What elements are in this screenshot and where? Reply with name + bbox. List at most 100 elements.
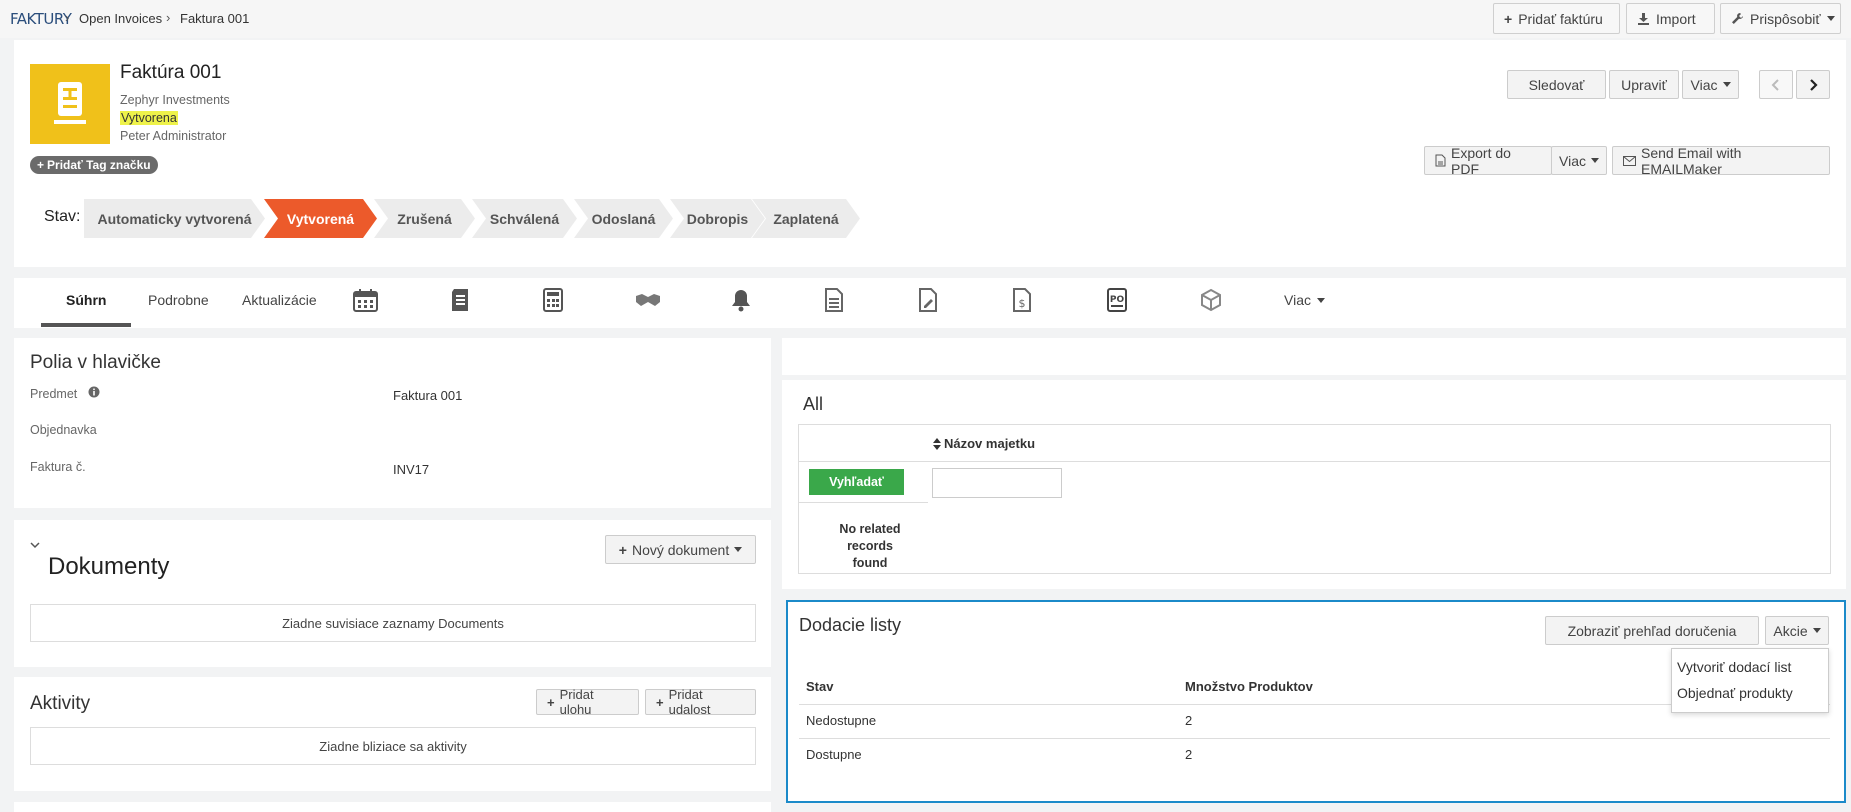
stage-auto-created[interactable]: Automaticky vytvorená [84, 199, 265, 238]
plus-icon: + [656, 694, 664, 710]
row-status: Nedostupne [806, 713, 877, 728]
column-header-quantity[interactable]: Množstvo Produktov [1185, 679, 1313, 694]
actions-label: Akcie [1773, 622, 1808, 639]
download-icon [1637, 12, 1650, 25]
invoice-record-icon [30, 64, 110, 144]
chevron-right-icon: › [166, 10, 171, 25]
field-value-invoice-no[interactable]: INV17 [393, 462, 429, 477]
previous-record-button[interactable] [1759, 70, 1793, 99]
chevron-right-icon [1808, 78, 1818, 91]
bell-icon[interactable] [731, 288, 751, 312]
row-quantity: 2 [1185, 747, 1193, 762]
assets-empty-line1: No related [839, 522, 901, 536]
calculator-icon[interactable] [543, 288, 563, 312]
next-record-button[interactable] [1796, 70, 1830, 99]
import-label: Import [1656, 10, 1696, 27]
caret-down-icon [1316, 297, 1325, 303]
more-export-button[interactable]: Viac [1551, 146, 1607, 175]
actions-button[interactable]: Akcie [1765, 616, 1829, 645]
search-button[interactable]: Vyhľadať [809, 469, 904, 495]
plus-icon: + [1504, 10, 1513, 27]
delivery-overview-button[interactable]: Zobraziť prehľad doručenia [1545, 616, 1759, 645]
add-tag-button[interactable]: + Pridať Tag značku [30, 156, 158, 174]
tab-updates[interactable]: Aktualizácie [242, 292, 317, 308]
assets-column-header[interactable]: Názov majetku [933, 436, 1035, 451]
document-list-icon[interactable] [450, 288, 470, 312]
field-label-subject: Predmet [30, 387, 78, 401]
calendar-icon[interactable] [353, 288, 378, 312]
more-actions-button[interactable]: Viac [1682, 70, 1739, 99]
right-top-panel [782, 338, 1846, 375]
field-value-subject[interactable]: Faktura 001 [393, 388, 462, 403]
envelope-icon [1623, 155, 1636, 166]
chevron-right-icon: › [65, 10, 70, 25]
caret-down-icon [1722, 82, 1731, 87]
send-email-button[interactable]: Send Email with EMAILMaker [1612, 144, 1830, 177]
tab-details[interactable]: Podrobne [148, 292, 209, 308]
import-button[interactable]: Import [1626, 3, 1715, 34]
record-status: Vytvorena [120, 111, 178, 125]
tab-summary[interactable]: Súhrn [66, 292, 106, 308]
add-task-label: Pridat ulohu [559, 687, 594, 717]
follow-button[interactable]: Sledovať [1507, 70, 1606, 99]
customize-button[interactable]: Prispôsobiť [1720, 3, 1841, 34]
more-export-label: Viac [1559, 152, 1586, 169]
stage-created[interactable]: Vytvorená [264, 199, 377, 238]
status-label: Stav: [44, 208, 81, 225]
menu-item-create-delivery-note[interactable]: Vytvoriť dodací list [1677, 659, 1791, 675]
stage-approved[interactable]: Schválená [472, 199, 577, 238]
breadcrumb-current: Faktura 001 [180, 11, 250, 26]
tab-more[interactable]: Viac [1284, 292, 1325, 308]
add-invoice-button[interactable]: + Pridať faktúru [1493, 3, 1620, 34]
field-label-order: Objednavka [30, 423, 97, 437]
wrench-icon [1731, 12, 1744, 25]
chevron-left-icon [1771, 78, 1781, 91]
row-quantity: 2 [1185, 713, 1193, 728]
delivery-notes-title: Dodacie listy [799, 615, 902, 635]
customize-label: Prispôsobiť [1750, 10, 1821, 27]
column-header-status[interactable]: Stav [806, 679, 833, 694]
dollar-document-icon[interactable]: $ [1013, 288, 1031, 312]
po-document-icon[interactable]: PO [1107, 288, 1127, 312]
collapse-chevron-icon[interactable] [30, 541, 40, 549]
table-divider [799, 738, 1830, 739]
record-account[interactable]: Zephyr Investments [120, 93, 230, 107]
actions-dropdown-menu [1671, 648, 1829, 713]
asset-search-input[interactable] [932, 468, 1062, 498]
caret-down-icon [734, 547, 743, 552]
add-event-button[interactable]: + Pridat udalost [645, 687, 756, 717]
stage-paid[interactable]: Zaplatená [752, 199, 860, 238]
handshake-icon[interactable] [635, 292, 661, 308]
new-document-button[interactable]: + Nový dokument [605, 535, 756, 564]
documents-title: Dokumenty [48, 553, 170, 580]
record-owner[interactable]: Peter Administrator [120, 129, 226, 143]
stage-sent[interactable]: Odoslaná [574, 199, 673, 238]
plus-icon: + [618, 541, 627, 558]
more-actions-label: Viac [1690, 76, 1718, 93]
pdf-file-icon [1435, 154, 1446, 167]
next-panel [14, 802, 771, 812]
invoice-icon[interactable] [825, 288, 843, 312]
module-name[interactable]: FAKTURY [10, 10, 72, 28]
package-icon[interactable] [1200, 288, 1222, 312]
activities-empty-state: Ziadne bliziace sa aktivity [30, 727, 756, 765]
record-title: Faktúra 001 [120, 62, 222, 83]
svg-text:$: $ [1019, 297, 1026, 310]
stage-credit-note[interactable]: Dobropis [670, 199, 765, 238]
add-task-button[interactable]: + Pridat ulohu [536, 687, 639, 717]
send-email-label: Send Email with EMAILMaker [1641, 144, 1742, 177]
caret-down-icon [1591, 158, 1599, 163]
assets-title: All [803, 394, 824, 414]
menu-item-order-products[interactable]: Objednať produkty [1677, 685, 1793, 701]
export-pdf-button[interactable]: Export do PDF [1424, 145, 1552, 177]
breadcrumb-list[interactable]: Open Invoices [79, 11, 162, 26]
add-tag-label: Pridať Tag značku [47, 158, 151, 172]
info-icon [88, 386, 100, 398]
edit-button[interactable]: Upraviť [1609, 70, 1679, 99]
caret-down-icon [1826, 16, 1835, 21]
add-invoice-label: Pridať faktúru [1518, 10, 1603, 27]
stage-cancelled[interactable]: Zrušená [374, 199, 475, 238]
assets-column-label: Názov majetku [944, 436, 1036, 451]
edit-document-icon[interactable] [919, 288, 937, 312]
assets-table-divider [798, 461, 1831, 462]
